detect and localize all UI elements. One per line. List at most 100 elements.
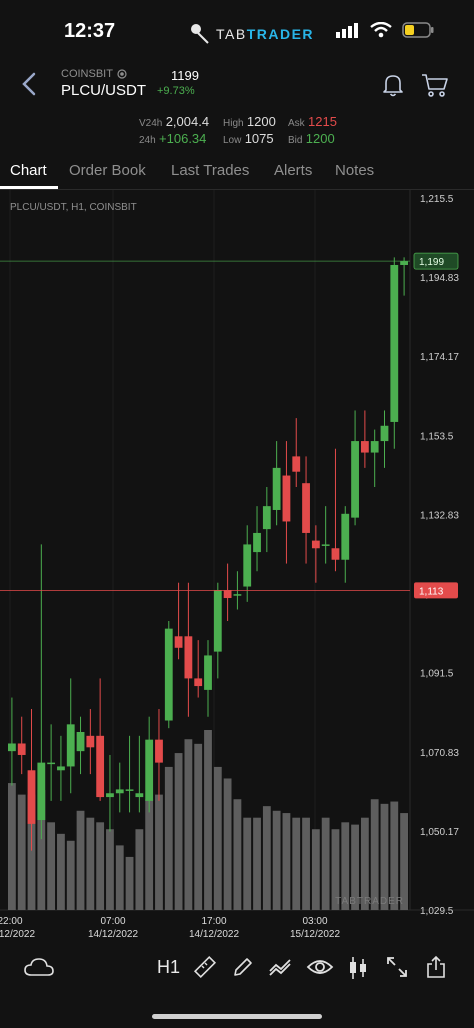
stat-low: Low 1075 [223, 131, 274, 146]
volume-bar [96, 822, 105, 910]
candle-body [174, 636, 183, 648]
x-tick-time: 03:00 [302, 916, 327, 927]
candle-body [17, 743, 26, 755]
y-tick-label: 1,153.5 [420, 431, 454, 442]
volume-bar [57, 833, 65, 910]
tab-notes[interactable]: Notes [335, 162, 374, 179]
candle-body [37, 762, 46, 821]
draw-button[interactable] [231, 955, 255, 984]
tab-last-trades[interactable]: Last Trades [171, 162, 249, 179]
system-icons [336, 22, 434, 38]
stat-volume: V24h 2,004.4 [139, 114, 210, 129]
status-time: 12:37 [64, 20, 116, 42]
bell-icon [383, 75, 403, 97]
stat-high: High 1200 [223, 114, 276, 129]
trade-button[interactable] [420, 72, 450, 103]
chart-watermark: TABTRADER [335, 896, 404, 907]
y-tick-label: 1,215.5 [420, 194, 454, 205]
volume-bar [282, 813, 291, 910]
candle-body [57, 766, 65, 771]
exchange-info-icon [117, 69, 127, 79]
y-tick-label: 1,091.5 [420, 669, 454, 680]
candle-body [47, 762, 56, 765]
stat-24h-change: 24h +106.34 [139, 131, 207, 146]
candle-body [351, 441, 359, 518]
indicators-button[interactable] [268, 955, 294, 984]
price-chart[interactable]: 1,215.5 1,194.83 1,174.17 1,153.5 1,132.83 1,… [0, 190, 474, 940]
candle-body [292, 456, 301, 472]
volume-bar [204, 730, 212, 910]
volume-bar [233, 799, 242, 910]
candle-body [76, 732, 85, 752]
tab-order-book[interactable]: Order Book [69, 162, 146, 179]
candle-body [400, 261, 408, 265]
volume-bar [8, 783, 16, 910]
candle-body [302, 483, 310, 533]
volume-bar [155, 794, 163, 910]
share-button[interactable] [425, 955, 447, 984]
volume-bar [262, 806, 271, 910]
pencil-icon [234, 958, 252, 976]
brand-logo: TABTRADER [190, 20, 314, 48]
candle-body [213, 590, 222, 652]
share-icon [427, 955, 445, 978]
candle-body [155, 739, 163, 763]
candle-body [184, 636, 193, 679]
volume-bar [253, 817, 261, 910]
candle-body [125, 789, 134, 791]
visibility-button[interactable] [306, 955, 334, 984]
back-button[interactable] [18, 70, 40, 105]
chart-type-button[interactable] [348, 955, 368, 986]
candle-body [253, 532, 261, 553]
candlestick-chart[interactable]: 1,215.5 1,194.83 1,174.17 1,153.5 1,132.83 1,… [0, 190, 474, 940]
candle-body [370, 441, 379, 453]
volume-bar [370, 799, 379, 910]
candle-body [360, 441, 369, 453]
ruler-button[interactable] [193, 955, 217, 984]
cart-icon [422, 74, 448, 97]
candle-body [135, 793, 144, 798]
tabtrader-logo-icon [191, 24, 209, 44]
y-tick-label: 1,174.17 [420, 352, 459, 363]
candle-body [321, 544, 330, 546]
market-stats: V24h 2,004.4 24h +106.34 High 1200 Low 1… [0, 114, 474, 148]
candle-body [106, 793, 114, 798]
candle-body [390, 264, 399, 422]
volume-bar [292, 817, 301, 910]
volume-bar [66, 840, 75, 910]
tab-chart[interactable]: Chart [10, 162, 47, 179]
tab-alerts[interactable]: Alerts [274, 162, 312, 179]
eye-icon [306, 960, 334, 974]
candle-body [27, 770, 36, 824]
volume-bar [243, 817, 252, 910]
candle-body [8, 743, 16, 752]
volume-bar [194, 743, 203, 910]
volume-bar [145, 799, 154, 910]
interval-button[interactable]: H1 [157, 957, 180, 978]
volume-bar [106, 829, 114, 910]
expand-icon [387, 957, 407, 977]
alert-button[interactable] [380, 72, 406, 103]
chart-toolbar: H1 [0, 945, 474, 995]
volume-bar [380, 803, 389, 910]
tab-bar: Chart Order Book Last Trades Alerts Note… [0, 158, 474, 188]
candle-body [380, 425, 389, 442]
candle-body [96, 735, 105, 798]
chart-symbol-label: PLCU/USDT, H1, COINSBIT [10, 202, 137, 213]
ruler-icon [193, 955, 217, 979]
candle-body [66, 724, 75, 767]
volume-bar [115, 845, 124, 910]
fullscreen-button[interactable] [385, 955, 409, 984]
market-header: COINSBIT PLCU/USDT 1199 +9.73% [0, 60, 474, 110]
volume-bar [390, 801, 399, 910]
y-tick-label: 1,132.83 [420, 510, 459, 521]
x-tick-date: 13/12/2022 [0, 929, 35, 940]
current-price-value: 1,199 [419, 257, 444, 268]
volume-bar [311, 829, 320, 910]
volume-bar [272, 810, 281, 910]
volume-bar [223, 778, 232, 910]
candle-body [282, 475, 291, 522]
home-indicator[interactable] [152, 1014, 322, 1019]
cloud-button[interactable] [23, 955, 55, 984]
signal-icon [336, 23, 358, 38]
